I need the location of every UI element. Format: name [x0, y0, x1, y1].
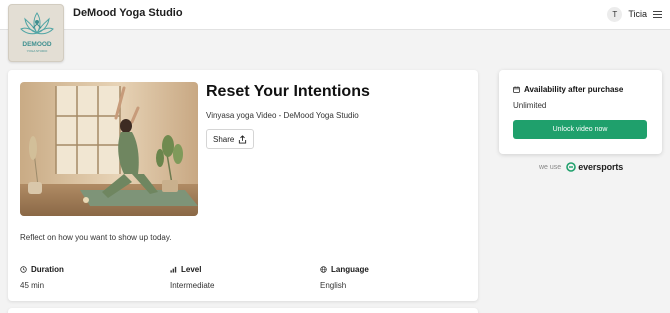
studio-name[interactable]: DeMood Yoga Studio	[73, 7, 183, 19]
top-bar: DeMood Yoga Studio T Ticia	[0, 0, 670, 30]
duration-label: Duration	[31, 265, 64, 274]
avatar[interactable]: T	[607, 6, 623, 22]
signal-bars-icon	[170, 266, 177, 273]
availability-label: Availability after purchase	[524, 85, 624, 94]
lotus-logo-graphic: DEMOOD YOGA STUDIO	[20, 12, 54, 53]
share-button[interactable]: Share	[206, 129, 255, 149]
level-value: Intermediate	[170, 281, 215, 290]
level-label: Level	[181, 265, 202, 274]
video-title: Reset Your Intentions	[206, 83, 370, 100]
clock-icon	[20, 266, 27, 273]
secondary-card	[8, 308, 478, 313]
purchase-card: Availability after purchase Unlimited Un…	[499, 70, 662, 154]
video-subtitle: Vinyasa yoga Video - DeMood Yoga Studio	[206, 111, 359, 120]
unlock-video-button[interactable]: Unlock video now	[513, 120, 647, 139]
video-description: Reflect on how you want to show up today…	[20, 233, 172, 242]
video-card: Reset Your Intentions Vinyasa yoga Video…	[8, 70, 478, 301]
thumbnail-image	[20, 82, 198, 216]
calendar-icon	[513, 86, 520, 93]
eversports-mark-icon	[566, 162, 576, 172]
hamburger-icon[interactable]	[653, 10, 662, 18]
eversports-logo[interactable]: eversports	[566, 162, 623, 172]
share-button-label: Share	[213, 134, 235, 144]
duration-value: 45 min	[20, 281, 45, 290]
we-use-label: we use	[539, 163, 562, 171]
user-name[interactable]: Ticia	[628, 9, 647, 19]
user-menu[interactable]: T Ticia	[607, 5, 662, 23]
globe-icon	[320, 266, 327, 273]
video-thumbnail[interactable]	[20, 82, 198, 216]
level-block: Level Intermediate	[170, 265, 214, 290]
share-upload-icon	[239, 134, 247, 144]
eversports-wordmark: eversports	[578, 162, 624, 172]
duration-block: Duration 45 min	[20, 265, 64, 290]
logo-subtext: YOGA STUDIO	[27, 49, 48, 53]
language-label: Language	[331, 265, 369, 274]
language-block: Language English	[320, 265, 369, 290]
logo-text: DEMOOD	[22, 41, 52, 48]
powered-by: we use eversports	[539, 162, 623, 172]
availability-value: Unlimited	[513, 101, 547, 110]
language-value: English	[320, 281, 347, 290]
studio-logo[interactable]: DEMOOD YOGA STUDIO	[8, 4, 64, 62]
